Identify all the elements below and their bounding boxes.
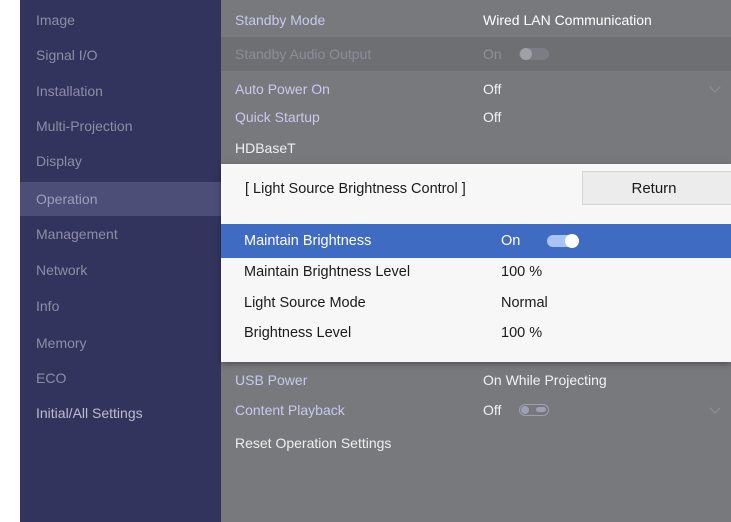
maintain-brightness-level-value: 100 % [501, 264, 543, 280]
content-playback-toggle[interactable] [519, 404, 549, 416]
return-button[interactable]: Return [582, 171, 731, 205]
light-source-mode-row[interactable]: Light Source Mode Normal [221, 286, 731, 320]
brightness-level-value: 100 % [501, 325, 543, 341]
sidebar-item-image[interactable]: Image [20, 3, 221, 37]
usb-power-row[interactable]: USB Power On While Projecting [221, 363, 731, 397]
standby-audio-toggle [519, 48, 549, 60]
standby-mode-value: Wired LAN Communication [483, 12, 652, 28]
hdbaset-row[interactable]: HDBaseT [221, 131, 731, 165]
chevron-down-icon[interactable] [709, 81, 721, 93]
sidebar-item-signal-io[interactable]: Signal I/O [20, 38, 221, 72]
sidebar-item-display[interactable]: Display [20, 144, 221, 178]
maintain-brightness-value: On [501, 233, 521, 249]
content-playback-row[interactable]: Content Playback Off [221, 393, 731, 427]
hdbaset-label: HDBaseT [235, 140, 296, 156]
sidebar-item-initial-all-settings[interactable]: Initial/All Settings [20, 396, 221, 430]
usb-power-label: USB Power [235, 372, 308, 388]
maintain-brightness-row[interactable]: Maintain Brightness On [221, 224, 731, 258]
sidebar-item-eco[interactable]: ECO [20, 361, 221, 395]
reset-operation-row[interactable]: Reset Operation Settings [221, 426, 731, 460]
usb-power-value: On While Projecting [483, 372, 607, 388]
sidebar-item-network[interactable]: Network [20, 253, 221, 287]
content-playback-label: Content Playback [235, 402, 345, 418]
sidebar: Image Signal I/O Installation Multi-Proj… [20, 0, 221, 522]
sidebar-item-info[interactable]: Info [20, 289, 221, 323]
sidebar-item-installation[interactable]: Installation [20, 74, 221, 108]
sidebar-item-memory[interactable]: Memory [20, 326, 221, 360]
quick-startup-value: Off [483, 109, 502, 125]
light-source-brightness-dialog: [ Light Source Brightness Control ] Retu… [221, 164, 731, 362]
standby-audio-output-value: On [483, 46, 502, 62]
return-button-label: Return [631, 180, 677, 197]
quick-startup-row[interactable]: Quick Startup Off [221, 100, 731, 134]
maintain-brightness-level-label: Maintain Brightness Level [244, 264, 411, 280]
light-source-mode-value: Normal [501, 295, 548, 311]
standby-audio-output-row: Standby Audio Output On [221, 37, 731, 71]
standby-mode-label: Standby Mode [235, 12, 326, 28]
chevron-down-icon[interactable] [709, 402, 721, 414]
quick-startup-label: Quick Startup [235, 109, 320, 125]
content-playback-value: Off [483, 402, 502, 418]
maintain-brightness-label: Maintain Brightness [244, 233, 372, 249]
projector-menu-screen: Image Signal I/O Installation Multi-Proj… [20, 0, 731, 522]
dialog-title: [ Light Source Brightness Control ] [245, 181, 466, 197]
standby-mode-row[interactable]: Standby Mode Wired LAN Communication [221, 3, 731, 37]
light-source-mode-label: Light Source Mode [244, 295, 366, 311]
maintain-brightness-level-row[interactable]: Maintain Brightness Level 100 % [221, 255, 731, 289]
sidebar-item-operation[interactable]: Operation [20, 182, 221, 216]
standby-audio-output-label: Standby Audio Output [235, 46, 372, 62]
brightness-level-label: Brightness Level [244, 325, 352, 341]
maintain-brightness-toggle[interactable] [547, 234, 579, 248]
brightness-level-row[interactable]: Brightness Level 100 % [221, 316, 731, 350]
sidebar-item-management[interactable]: Management [20, 217, 221, 251]
reset-operation-label: Reset Operation Settings [235, 435, 392, 451]
sidebar-item-multi-projection[interactable]: Multi-Projection [20, 109, 221, 143]
